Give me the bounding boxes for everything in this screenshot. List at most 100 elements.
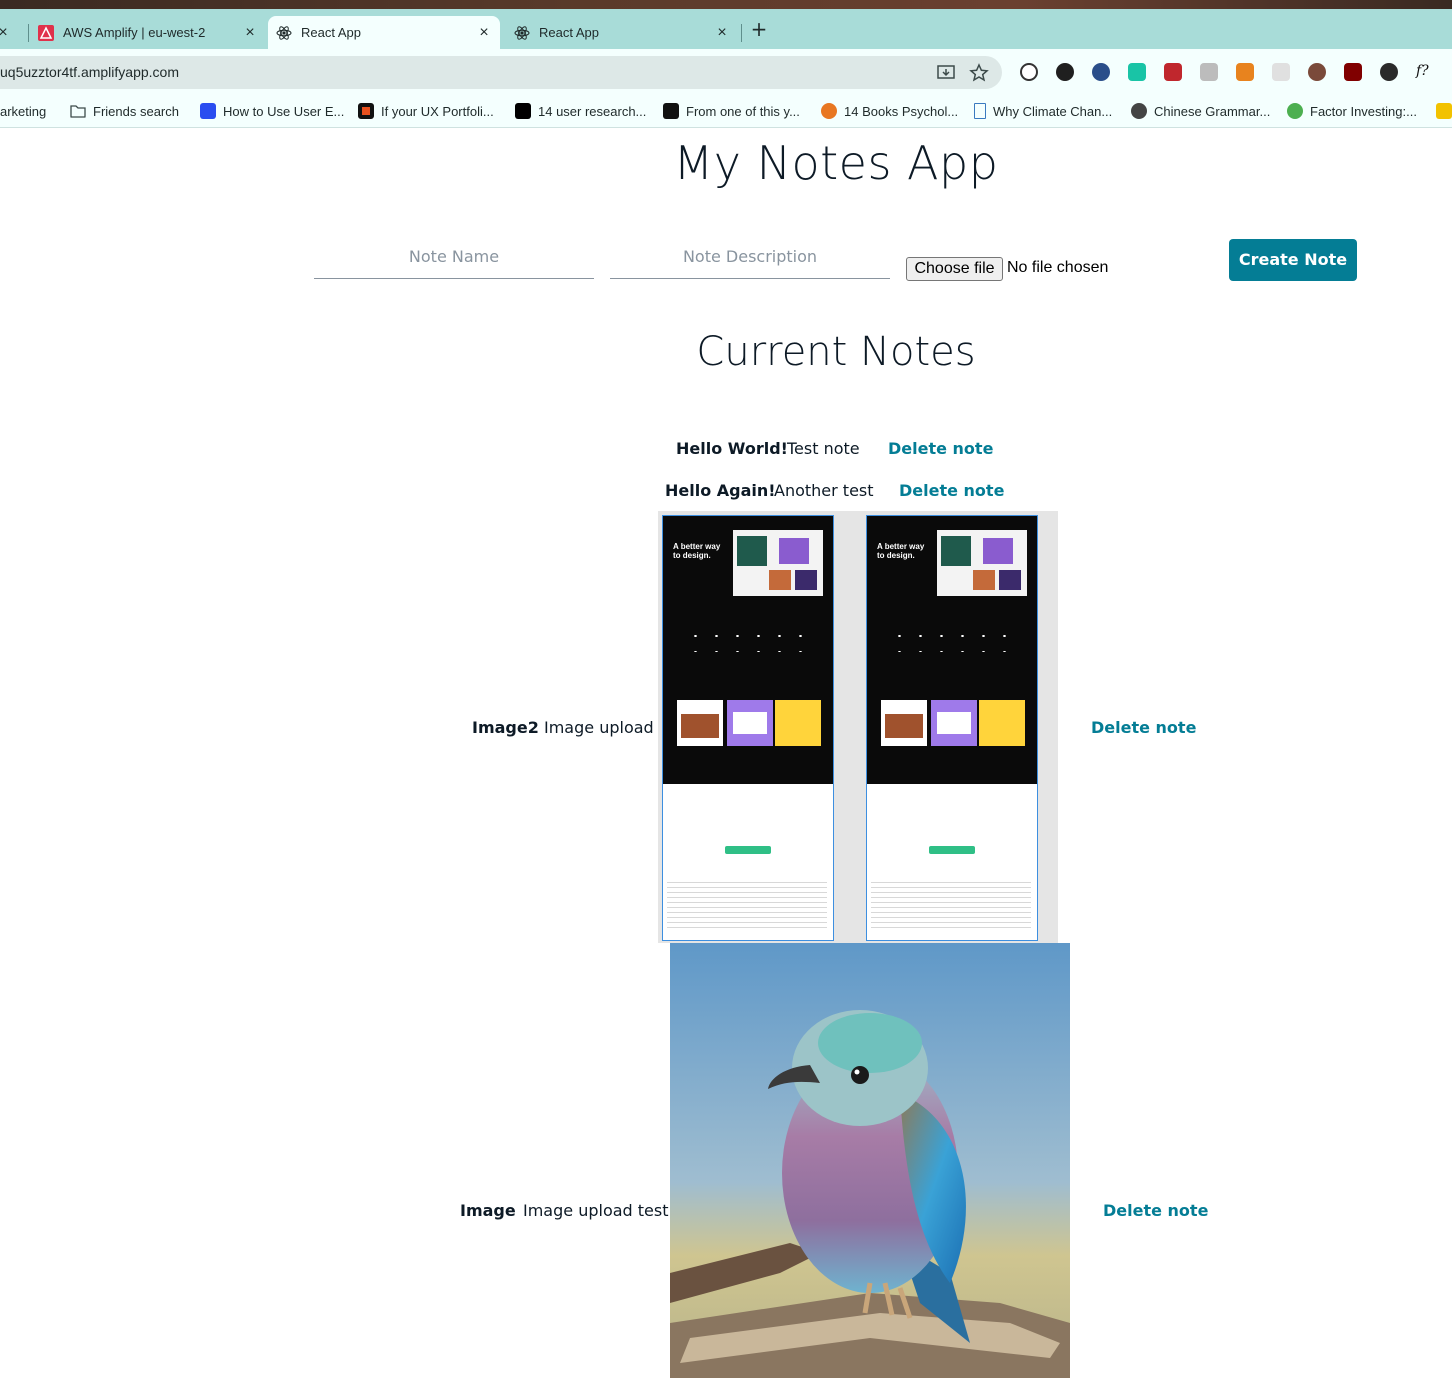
bookmark-item[interactable]: If your UX Portfoli... xyxy=(358,102,494,120)
address-bar[interactable]: uq5uzztor4tf.amplifyapp.com xyxy=(0,56,1002,89)
note-image-bird-photo xyxy=(670,943,1070,1378)
extension-honey-icon[interactable] xyxy=(1056,63,1074,81)
mockup-frame: A better way to design. xyxy=(866,515,1038,941)
bookmark-label: arketing xyxy=(0,103,47,119)
extension-lens-icon[interactable] xyxy=(1092,63,1110,81)
section-title: Current Notes xyxy=(696,329,976,375)
bookmark-blue-icon xyxy=(200,103,216,119)
bookmark-label: 14 user research... xyxy=(538,103,647,119)
mockup-card xyxy=(931,700,977,746)
bookmark-label: Why Climate Chan... xyxy=(993,103,1113,119)
close-icon[interactable]: × xyxy=(474,24,494,42)
page-title: My Notes App xyxy=(673,136,999,190)
mockup-logos xyxy=(889,628,1015,652)
bookmark-yellow-icon xyxy=(1436,103,1452,119)
note-description: Test note xyxy=(787,439,860,458)
page-icon xyxy=(974,103,986,119)
medium-icon xyxy=(515,103,531,119)
note-description-input[interactable] xyxy=(610,235,890,279)
tab-strip: × AWS Amplify | eu-west-2 × React App × … xyxy=(0,9,1452,49)
bookmark-label: If your UX Portfoli... xyxy=(381,103,494,119)
bookmark-item[interactable]: arketing xyxy=(0,102,46,120)
extension-doc-icon[interactable] xyxy=(1272,63,1290,81)
browser-toolbar: uq5uzztor4tf.amplifyapp.com f? xyxy=(0,49,1452,94)
mockup-footer xyxy=(871,878,1031,928)
delete-note-button[interactable]: Delete note xyxy=(1103,1201,1208,1220)
note-description: Image upload xyxy=(544,718,654,737)
bookmark-label: How to Use User E... xyxy=(223,103,345,119)
mockup-headline: A better way to design. xyxy=(877,542,925,560)
bookmark-item[interactable]: Factor Investing:... xyxy=(1287,102,1417,120)
file-status-text: No file chosen xyxy=(1007,259,1109,276)
mockup-card xyxy=(775,700,821,746)
metamask-fox-icon[interactable] xyxy=(1236,63,1254,81)
bookmark-orange-icon xyxy=(821,103,837,119)
note-description: Another test xyxy=(774,481,874,500)
bookmark-label: Factor Investing:... xyxy=(1310,103,1417,119)
tab-separator xyxy=(741,24,742,42)
bookmark-label: From one of this y... xyxy=(686,103,800,119)
window-top-edge xyxy=(0,0,1452,9)
mockup-signup-button xyxy=(929,846,975,854)
mockup-card xyxy=(881,700,927,746)
note-image-figma-screenshot: A better way to design. A better way to … xyxy=(658,511,1058,943)
choose-file-button[interactable]: Choose file xyxy=(906,257,1003,281)
mockup-card xyxy=(979,700,1025,746)
react-icon xyxy=(276,25,292,40)
bookmark-item[interactable]: 14 user research... xyxy=(515,102,646,120)
mockup-frame: A better way to design. xyxy=(662,515,834,941)
install-app-icon[interactable] xyxy=(936,63,956,83)
extension-book-icon[interactable] xyxy=(1164,63,1182,81)
note-name: Image2 xyxy=(472,718,539,737)
tab-title: AWS Amplify | eu-west-2 xyxy=(63,25,206,40)
tab-react-app[interactable]: React App × xyxy=(506,16,738,49)
note-description: Image upload test xyxy=(523,1201,669,1220)
bookmark-item[interactable]: How to Use User E... xyxy=(200,102,344,120)
aws-amplify-icon xyxy=(38,24,54,41)
mockup-card xyxy=(727,700,773,746)
tab-title: React App xyxy=(301,25,361,40)
bookmark-item[interactable]: From one of this y... xyxy=(663,102,800,120)
note-name: Hello World! xyxy=(676,439,788,458)
tab-aws-amplify[interactable]: AWS Amplify | eu-west-2 × xyxy=(30,16,266,49)
bookmark-item[interactable]: 14 Books Psychol... xyxy=(821,102,958,120)
extension-circles-icon[interactable] xyxy=(1380,63,1398,81)
bookmark-item[interactable]: Why Climate Chan... xyxy=(974,102,1112,120)
tab-prev-close[interactable]: × xyxy=(0,16,16,49)
extension-cross-icon[interactable] xyxy=(1020,63,1038,81)
extension-grey-icon[interactable] xyxy=(1200,63,1218,81)
bookmark-item[interactable]: Friends search xyxy=(70,102,179,120)
extension-owl-icon[interactable] xyxy=(1308,63,1326,81)
bookmark-label: 14 Books Psychol... xyxy=(844,103,959,119)
note-name-input[interactable] xyxy=(314,235,594,279)
create-note-button[interactable]: Create Note xyxy=(1229,239,1357,281)
delete-note-button[interactable]: Delete note xyxy=(888,439,993,458)
close-icon[interactable]: × xyxy=(712,24,732,42)
mockup-logos xyxy=(685,628,811,652)
extension-bird-icon[interactable] xyxy=(1128,63,1146,81)
react-icon xyxy=(514,25,530,40)
note-name: Hello Again! xyxy=(665,481,776,500)
tab-react-app-active[interactable]: React App × xyxy=(268,16,500,49)
bookmark-green-icon xyxy=(1287,103,1303,119)
delete-note-button[interactable]: Delete note xyxy=(1091,718,1196,737)
page-content: My Notes App Choose file No file chosen … xyxy=(0,129,1452,1378)
close-icon[interactable]: × xyxy=(240,24,260,42)
bookmark-label: Friends search xyxy=(93,103,179,119)
url-text[interactable]: uq5uzztor4tf.amplifyapp.com xyxy=(0,64,179,80)
mockup-footer xyxy=(667,878,827,928)
new-tab-button[interactable]: + xyxy=(748,19,770,41)
globe-icon xyxy=(1131,103,1147,119)
bookmark-red-icon xyxy=(358,103,374,119)
close-icon[interactable]: × xyxy=(0,24,10,42)
star-bookmark-icon[interactable] xyxy=(969,63,989,83)
folder-icon xyxy=(70,105,86,118)
ublock-shield-icon[interactable] xyxy=(1344,63,1362,81)
delete-note-button[interactable]: Delete note xyxy=(899,481,1004,500)
bookmark-overflow[interactable] xyxy=(1436,102,1452,120)
bookmark-item[interactable]: Chinese Grammar... xyxy=(1131,102,1270,120)
extension-fx-icon[interactable]: f? xyxy=(1416,63,1434,81)
bookmark-label: Chinese Grammar... xyxy=(1154,103,1271,119)
mockup-screenshot xyxy=(937,530,1027,596)
tab-separator xyxy=(28,24,29,42)
